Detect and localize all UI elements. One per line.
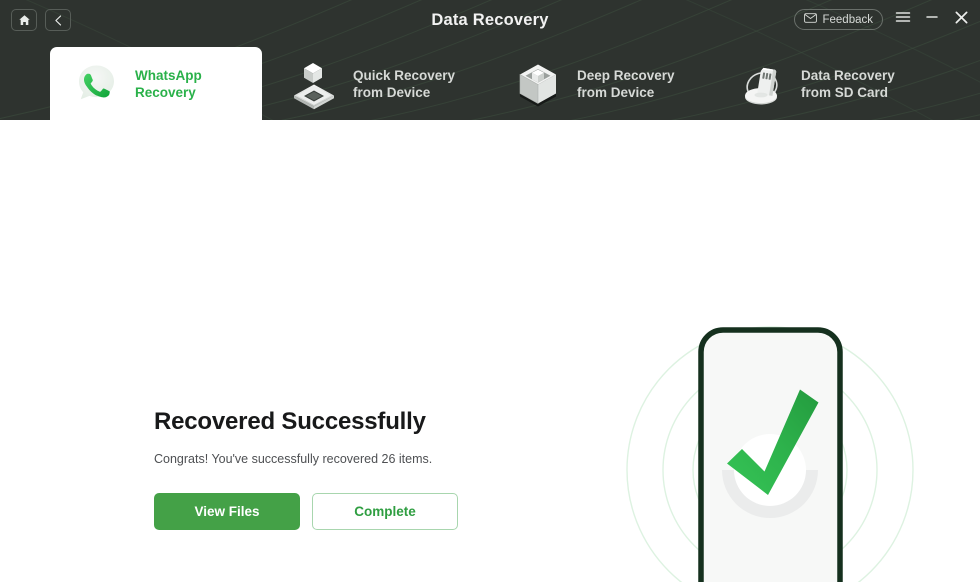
result-headline: Recovered Successfully: [154, 408, 426, 435]
tab-label: Quick Recovery from Device: [353, 67, 456, 100]
tab-label: Deep Recovery from Device: [577, 67, 675, 100]
app-window: Data Recovery Feedback WhatsApp Recovery…: [0, 0, 980, 582]
close-icon: [954, 10, 969, 30]
main-content: Recovered Successfully Congrats! You've …: [0, 120, 980, 582]
envelope-icon: [804, 13, 818, 26]
action-buttons: View Files Complete: [154, 493, 458, 530]
tab-label: Data Recovery from SD Card: [801, 67, 895, 100]
close-button[interactable]: [952, 11, 970, 29]
view-files-button[interactable]: View Files: [154, 493, 300, 530]
nav-buttons: [11, 9, 71, 31]
feedback-label: Feedback: [822, 13, 873, 26]
menu-button[interactable]: [894, 11, 912, 29]
tab-data-recovery-from-sd-card[interactable]: Data Recovery from SD Card: [716, 47, 946, 120]
success-illustration: [620, 310, 940, 582]
tab-quick-recovery-from-device[interactable]: Quick Recovery from Device: [268, 47, 490, 120]
tab-deep-recovery-from-device[interactable]: Deep Recovery from Device: [492, 47, 714, 120]
header-region: Data Recovery Feedback WhatsApp Recovery…: [0, 0, 980, 120]
title-bar: Data Recovery Feedback: [0, 0, 980, 40]
tab-whatsapp-recovery[interactable]: WhatsApp Recovery: [50, 47, 262, 120]
mode-tab-bar: WhatsApp Recovery Quick Recovery from De…: [0, 40, 980, 120]
chevron-left-icon: [52, 14, 65, 27]
quick-scan-icon: [288, 58, 340, 110]
tab-label: WhatsApp Recovery: [135, 67, 202, 100]
complete-button[interactable]: Complete: [312, 493, 458, 530]
deep-scan-icon: [512, 58, 564, 110]
back-button[interactable]: [45, 9, 71, 31]
minimize-button[interactable]: [923, 11, 941, 29]
hamburger-menu-icon: [895, 10, 911, 29]
home-button[interactable]: [11, 9, 37, 31]
minimize-icon: [925, 10, 939, 29]
sd-card-icon: [736, 58, 788, 110]
result-copy: Recovered Successfully Congrats! You've …: [154, 408, 584, 466]
whatsapp-icon: [70, 58, 122, 110]
result-subtext: Congrats! You've successfully recovered …: [154, 452, 433, 466]
window-controls: Feedback: [794, 9, 970, 30]
home-icon: [18, 14, 31, 27]
feedback-button[interactable]: Feedback: [794, 9, 883, 30]
